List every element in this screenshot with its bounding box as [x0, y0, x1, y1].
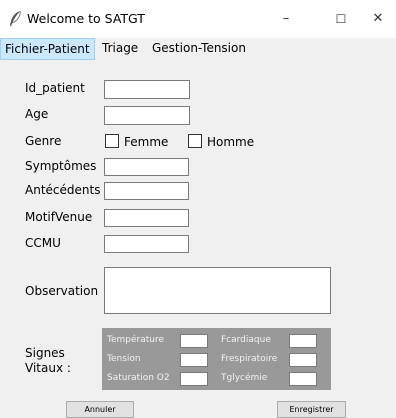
menu-fichier-patient[interactable]: Fichier-Patient	[0, 38, 95, 60]
fcardiaque-label: Fcardiaque	[221, 335, 271, 345]
menu-bar: Fichier-Patient Triage Gestion-Tension	[0, 38, 396, 60]
window-title: Welcome to SATGT	[27, 11, 145, 26]
saturation-label: Saturation O2	[107, 373, 170, 383]
observation-label: Observation	[25, 284, 99, 298]
feather-icon	[10, 10, 21, 27]
annuler-button[interactable]: Annuler	[66, 401, 134, 418]
age-input[interactable]	[104, 106, 190, 125]
observation-textarea[interactable]	[104, 267, 331, 314]
saturation-input[interactable]	[180, 372, 208, 386]
motif-venue-input[interactable]	[104, 209, 189, 227]
antecedents-input[interactable]	[104, 182, 189, 200]
minimize-button[interactable]: –	[268, 7, 304, 31]
tension-label: Tension	[107, 354, 141, 364]
ccmu-label: CCMU	[25, 236, 61, 250]
id-patient-input[interactable]	[104, 80, 190, 99]
tglycemie-input[interactable]	[289, 372, 317, 386]
temperature-label: Température	[107, 335, 165, 345]
genre-label: Genre	[25, 134, 62, 148]
close-button[interactable]: ✕	[360, 7, 396, 31]
tension-input[interactable]	[180, 353, 208, 367]
femme-checkbox[interactable]	[105, 134, 119, 148]
vitaux-label: Vitaux :	[25, 361, 71, 375]
menu-triage[interactable]: Triage	[97, 38, 143, 59]
motif-venue-label: MotifVenue	[25, 210, 93, 224]
menu-gestion-tension[interactable]: Gestion-Tension	[147, 38, 251, 59]
signes-label: Signes	[25, 346, 65, 360]
temperature-input[interactable]	[180, 334, 208, 348]
homme-checkbox[interactable]	[188, 134, 202, 148]
symptomes-label: Symptômes	[25, 159, 97, 173]
ccmu-input[interactable]	[104, 235, 189, 253]
age-label: Age	[25, 107, 49, 121]
tglycemie-label: Tglycémie	[221, 373, 268, 383]
frespiratoire-label: Frespiratoire	[221, 354, 278, 364]
id-patient-label: Id_patient	[25, 81, 85, 95]
antecedents-label: Antécédents	[25, 183, 101, 197]
symptomes-input[interactable]	[104, 158, 189, 176]
frespiratoire-input[interactable]	[289, 353, 317, 367]
enregistrer-button[interactable]: Enregistrer	[277, 401, 346, 418]
maximize-button[interactable]: ☐	[323, 7, 359, 31]
fcardiaque-input[interactable]	[289, 334, 317, 348]
femme-label: Femme	[124, 135, 169, 149]
homme-label: Homme	[207, 135, 255, 149]
